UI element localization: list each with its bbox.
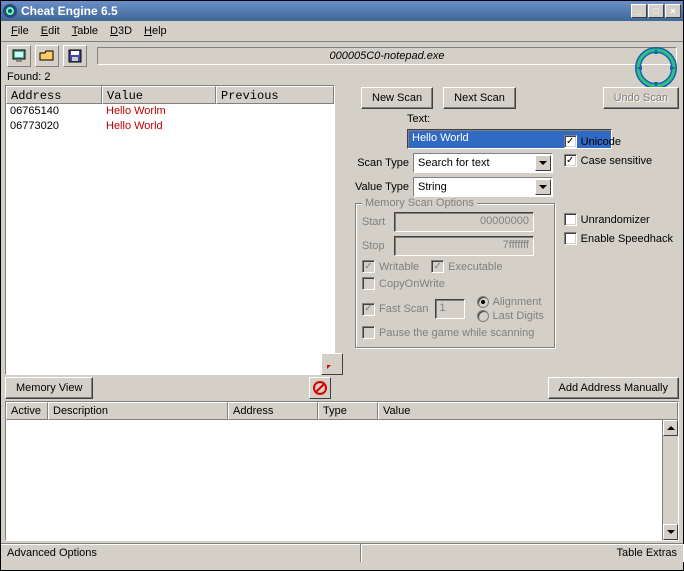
maximize-button[interactable]: □ (648, 4, 664, 18)
result-row[interactable]: 06773020 Hello World (6, 120, 334, 135)
unicode-checkbox[interactable]: ✓Unicode (564, 135, 673, 148)
clear-button[interactable] (309, 377, 331, 399)
col-description[interactable]: Description (48, 402, 228, 420)
menu-table[interactable]: Table (66, 23, 104, 39)
vertical-scrollbar[interactable] (662, 420, 678, 540)
menu-edit[interactable]: Edit (35, 23, 66, 39)
memory-view-button[interactable]: Memory View (5, 377, 93, 399)
new-scan-button[interactable]: New Scan (361, 87, 433, 109)
scan-type-label: Scan Type (351, 157, 413, 169)
folder-open-icon (39, 49, 55, 63)
no-entry-icon (312, 380, 328, 396)
floppy-disk-icon (67, 49, 83, 63)
address-list[interactable]: Active Description Address Type Value (5, 401, 679, 541)
app-icon (3, 4, 17, 18)
menu-bar: File Edit Table D3D Help (1, 21, 683, 41)
stop-address-input: 7fffffff (394, 236, 534, 256)
red-arrow-icon (325, 357, 339, 371)
save-button[interactable] (63, 45, 87, 67)
undo-scan-button[interactable]: Undo Scan (603, 87, 679, 109)
scroll-down-button[interactable] (663, 524, 678, 540)
cheat-engine-logo[interactable] (634, 46, 678, 90)
chevron-down-icon (535, 155, 551, 171)
window-title: Cheat Engine 6.5 (21, 4, 631, 18)
menu-help[interactable]: Help (138, 23, 173, 39)
col-header-value[interactable]: Value (102, 86, 216, 104)
toolbar: 000005C0-notepad.exe (1, 41, 683, 69)
value-type-label: Value Type (351, 181, 413, 193)
scroll-up-button[interactable] (663, 420, 678, 436)
open-process-button[interactable] (7, 45, 31, 67)
col-header-previous[interactable]: Previous (216, 86, 334, 104)
process-name-bar[interactable]: 000005C0-notepad.exe (97, 47, 677, 65)
close-button[interactable]: × (665, 4, 681, 18)
col-address2[interactable]: Address (228, 402, 318, 420)
text-label: Text: (407, 113, 430, 125)
scan-type-combo[interactable]: Search for text (413, 153, 553, 173)
menu-file[interactable]: File (5, 23, 35, 39)
status-bar: Advanced Options Table Extras (1, 543, 683, 562)
col-value2[interactable]: Value (378, 402, 678, 420)
unrandomizer-checkbox[interactable]: Unrandomizer (564, 213, 673, 226)
menu-d3d[interactable]: D3D (104, 23, 138, 39)
title-bar: Cheat Engine 6.5 _ □ × (1, 1, 683, 21)
found-count: Found: 2 (1, 69, 683, 85)
advanced-options-button[interactable]: Advanced Options (1, 544, 361, 562)
pointer-tool-button[interactable] (321, 353, 343, 375)
open-file-button[interactable] (35, 45, 59, 67)
next-scan-button[interactable]: Next Scan (443, 87, 516, 109)
enable-speedhack-checkbox[interactable]: Enable Speedhack (564, 232, 673, 245)
case-sensitive-checkbox[interactable]: ✓Case sensitive (564, 154, 673, 167)
result-row[interactable]: 06765140 Hello Worlm (6, 105, 334, 120)
chevron-down-icon (535, 179, 551, 195)
add-address-manually-button[interactable]: Add Address Manually (548, 377, 679, 399)
computer-icon (11, 49, 27, 63)
minimize-button[interactable]: _ (631, 4, 647, 18)
results-grid[interactable]: Address Value Previous 06765140 Hello Wo… (5, 85, 335, 375)
col-header-address[interactable]: Address (6, 86, 102, 104)
col-type[interactable]: Type (318, 402, 378, 420)
col-active[interactable]: Active (6, 402, 48, 420)
start-address-input: 00000000 (394, 212, 534, 232)
table-extras-button[interactable]: Table Extras (361, 544, 683, 562)
memory-scan-options-group: Memory Scan Options Start 00000000 Stop … (355, 203, 555, 348)
value-type-combo[interactable]: String (413, 177, 553, 197)
